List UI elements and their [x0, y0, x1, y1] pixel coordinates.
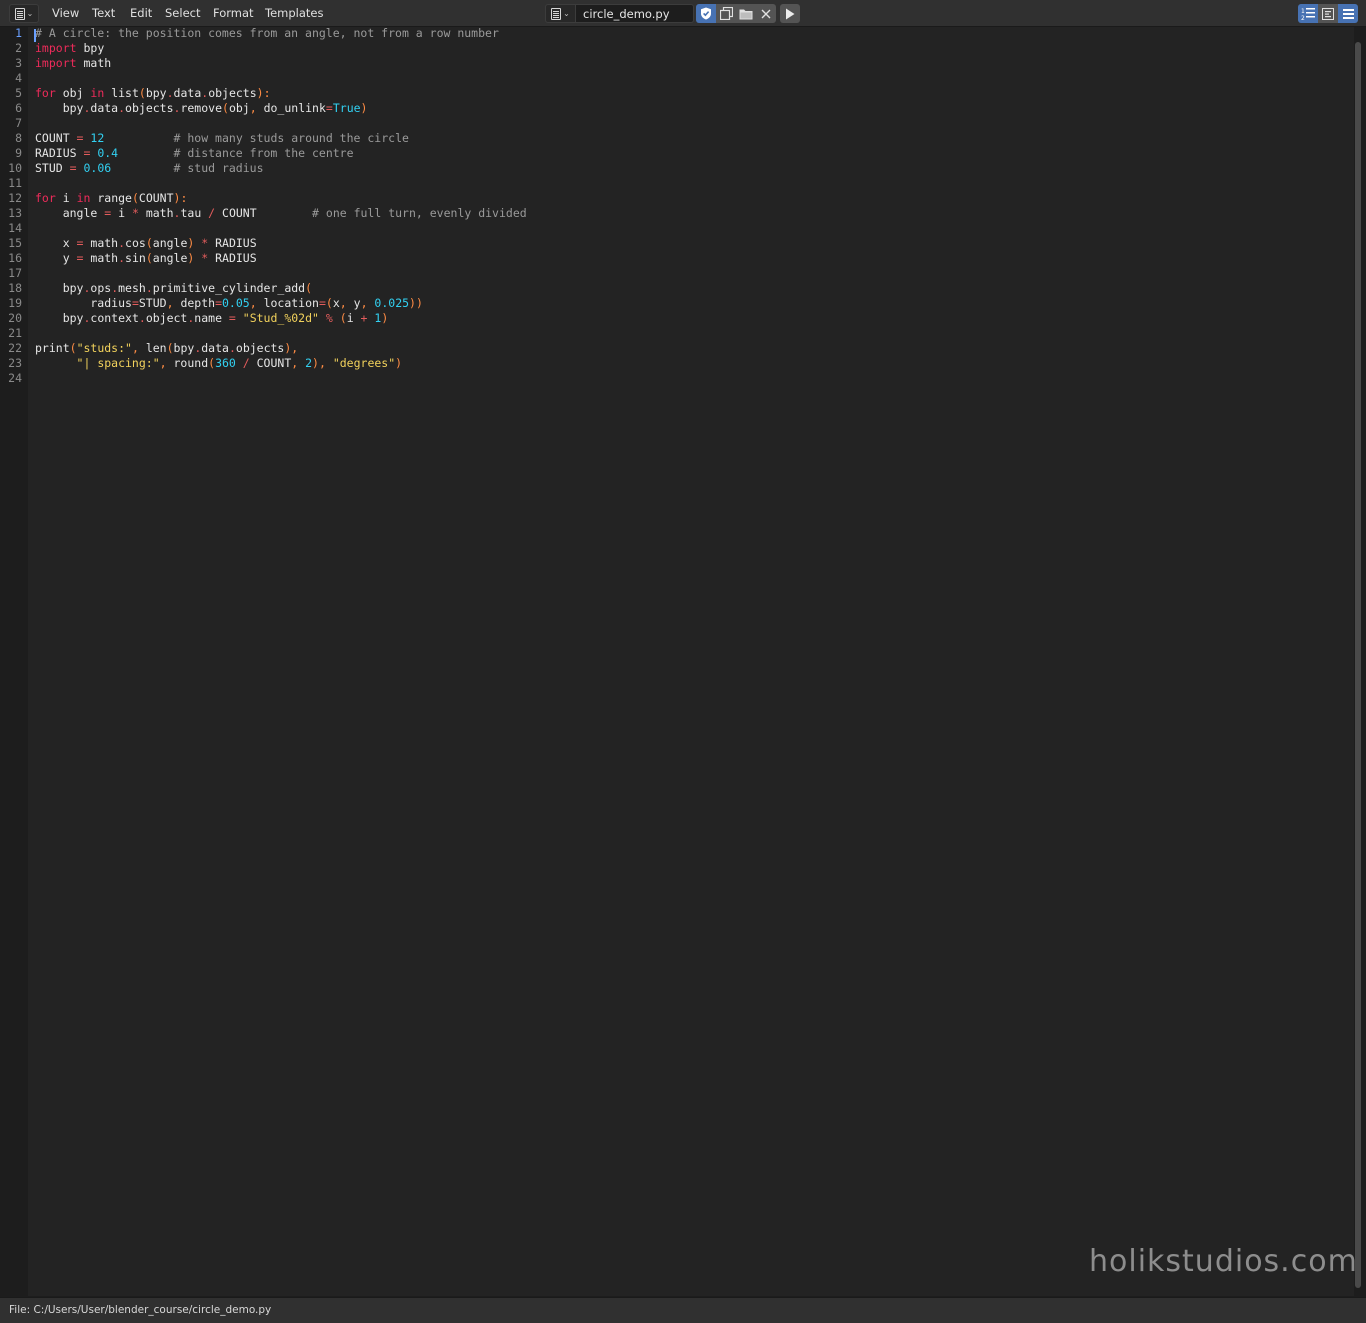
line-number: 1 [15, 26, 22, 40]
line-number: 8 [15, 131, 22, 145]
line-number: 17 [8, 266, 22, 280]
code-line[interactable]: for i in range(COUNT): [35, 191, 187, 206]
menu-templates[interactable]: Templates [265, 6, 323, 21]
code-line[interactable]: import math [35, 56, 111, 71]
line-number: 3 [15, 56, 22, 70]
folder-icon [739, 9, 753, 19]
line-number: 24 [8, 371, 22, 385]
line-number: 21 [8, 326, 22, 340]
close-icon [761, 9, 771, 18]
menu-text[interactable]: Text [92, 6, 115, 21]
code-line[interactable]: "| spacing:", round(360 / COUNT, 2), "de… [35, 356, 403, 371]
new-text-button[interactable] [716, 4, 736, 23]
shield-icon [701, 7, 711, 20]
code-line[interactable]: radius=STUD, depth=0.05, location=(x, y,… [35, 296, 423, 311]
line-number: 14 [8, 221, 22, 235]
line-number: 5 [15, 86, 22, 100]
text-cursor [34, 29, 36, 42]
line-number: 11 [8, 176, 22, 190]
fake-user-button[interactable] [696, 4, 716, 23]
menu-view[interactable]: View [52, 6, 79, 21]
vertical-scrollbar[interactable] [1355, 42, 1361, 1288]
line-numbers-icon: 1 2 [1301, 7, 1315, 21]
code-line[interactable]: print("studs:", len(bpy.data.objects), [35, 341, 298, 356]
menu-select[interactable]: Select [165, 6, 200, 21]
line-number: 13 [8, 206, 22, 220]
line-number: 6 [15, 101, 22, 115]
line-number: 9 [15, 146, 22, 160]
run-script-button[interactable] [780, 4, 800, 23]
code-line[interactable]: for obj in list(bpy.data.objects): [35, 86, 271, 101]
code-line[interactable]: y = math.sin(angle) * RADIUS [35, 251, 257, 266]
text-document-icon [551, 7, 562, 20]
browse-text-dropdown[interactable]: ⌄ [545, 4, 576, 23]
unlink-text-button[interactable] [756, 4, 776, 23]
filename-field[interactable]: circle_demo.py [576, 4, 694, 23]
line-number: 18 [8, 281, 22, 295]
toggle-word-wrap-button[interactable] [1318, 4, 1338, 23]
syntax-highlight-icon [1342, 8, 1354, 19]
line-number: 12 [8, 191, 22, 205]
file-path-status: File: C:/Users/User/blender_course/circl… [9, 1304, 272, 1316]
open-text-button[interactable] [736, 4, 756, 23]
code-line[interactable]: COUNT = 12 # how many studs around the c… [35, 131, 409, 146]
line-number: 15 [8, 236, 22, 250]
svg-text:1: 1 [1301, 8, 1305, 15]
code-line[interactable]: x = math.cos(angle) * RADIUS [35, 236, 257, 251]
line-number: 23 [8, 356, 22, 370]
toggle-syntax-highlight-button[interactable] [1338, 4, 1358, 23]
line-number: 22 [8, 341, 22, 355]
play-icon [786, 8, 795, 19]
line-number: 20 [8, 311, 22, 325]
chevron-down-icon: ⌄ [26, 9, 34, 18]
line-number: 16 [8, 251, 22, 265]
editor-type-dropdown[interactable]: ⌄ [9, 4, 39, 23]
duplicate-icon [719, 7, 733, 20]
code-line[interactable]: RADIUS = 0.4 # distance from the centre [35, 146, 354, 161]
menu-format[interactable]: Format [213, 6, 254, 21]
status-bar: File: C:/Users/User/blender_course/circl… [0, 1297, 1366, 1323]
line-number: 19 [8, 296, 22, 310]
code-line[interactable]: angle = i * math.tau / COUNT # one full … [35, 206, 527, 221]
code-line[interactable]: STUD = 0.06 # stud radius [35, 161, 264, 176]
code-line[interactable]: bpy.context.object.name = "Stud_%02d" % … [35, 311, 389, 326]
toggle-line-numbers-button[interactable]: 1 2 [1298, 4, 1318, 23]
watermark: holikstudios.com [1089, 1244, 1358, 1279]
code-line[interactable]: bpy.data.objects.remove(obj, do_unlink=T… [35, 101, 368, 116]
text-editor-icon [14, 7, 25, 20]
line-number: 4 [15, 71, 22, 85]
line-number: 10 [8, 161, 22, 175]
code-line[interactable]: # A circle: the position comes from an a… [35, 26, 499, 41]
line-number: 7 [15, 116, 22, 130]
chevron-down-icon: ⌄ [563, 9, 570, 18]
svg-text:2: 2 [1301, 15, 1305, 21]
word-wrap-icon [1322, 7, 1334, 20]
code-line[interactable]: import bpy [35, 41, 104, 56]
line-number: 2 [15, 41, 22, 55]
menu-edit[interactable]: Edit [130, 6, 152, 21]
text-editor-header: ⌄ View Text Edit Select Format Templates… [0, 0, 1366, 27]
code-line[interactable]: bpy.ops.mesh.primitive_cylinder_add( [35, 281, 312, 296]
